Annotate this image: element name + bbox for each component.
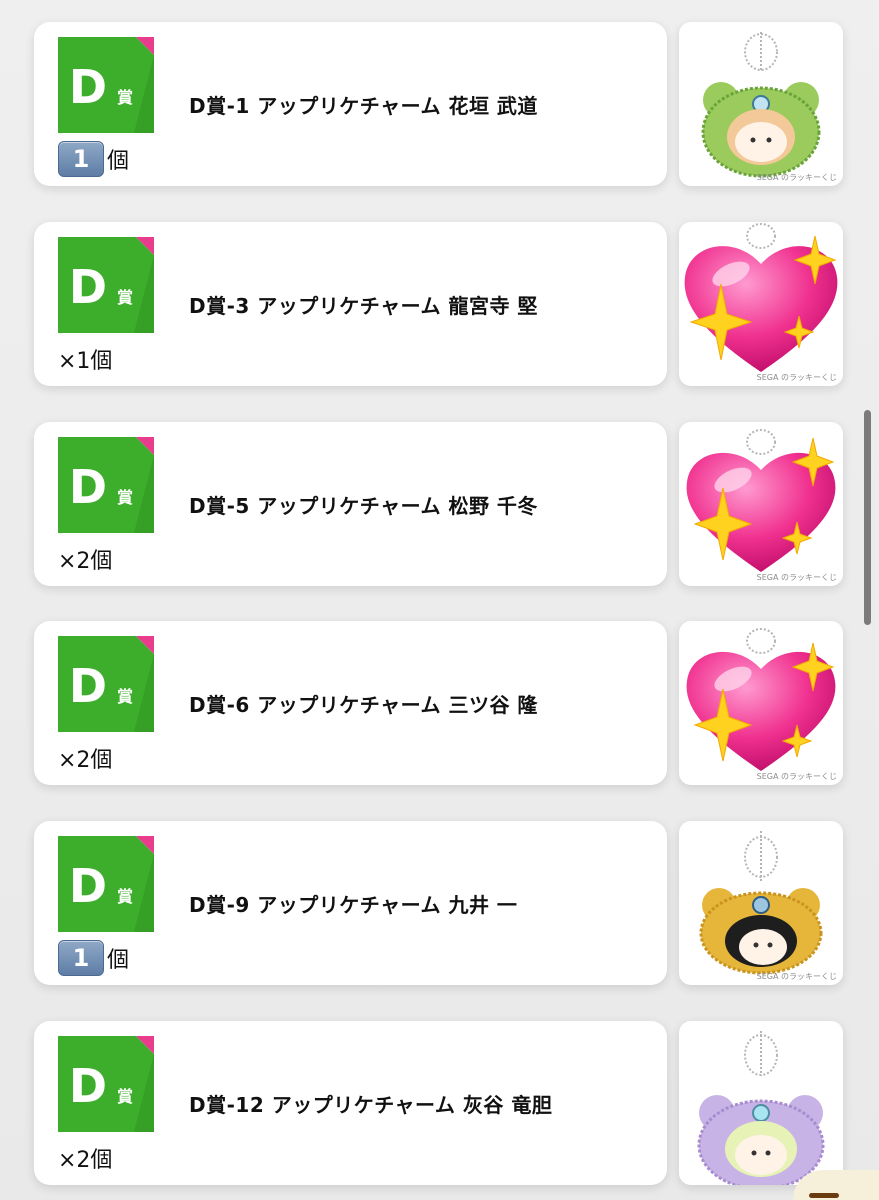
quantity: 1 個 [58, 940, 130, 976]
prize-title: D賞-5 アップリケチャーム 松野 千冬 [189, 494, 538, 518]
quantity: ×2個 [58, 742, 112, 774]
badge-letter: D [69, 1059, 107, 1113]
quantity: ×1個 [58, 343, 112, 375]
thumb-caption: SEGA のラッキーくじ [757, 573, 837, 582]
prize-title: D賞-9 アップリケチャーム 九井 一 [189, 893, 518, 917]
prize-card[interactable]: D 賞 D賞-6 アップリケチャーム 三ツ谷 隆 ×2個 [34, 621, 667, 785]
prize-card[interactable]: D 賞 D賞-3 アップリケチャーム 龍宮寺 堅 ×1個 [34, 222, 667, 386]
quantity-number-icon: 1 [58, 141, 104, 177]
prize-thumbnail[interactable]: SEGA のラッキーくじ [679, 222, 843, 386]
prize-row[interactable]: D 賞 D賞-12 アップリケチャーム 灰谷 竜胆 ×2個 [0, 1021, 879, 1191]
sparkling-heart-icon: SEGA のラッキーくじ [684, 223, 838, 382]
prize-thumbnail[interactable] [679, 1021, 843, 1185]
quantity-number-icon: 1 [58, 940, 104, 976]
badge-kanji: 賞 [117, 288, 133, 307]
floating-button[interactable] [793, 1170, 879, 1200]
badge-kanji: 賞 [117, 88, 133, 107]
prize-thumbnail[interactable]: SEGA のラッキーくじ [679, 621, 843, 785]
prize-row[interactable]: D 賞 D賞-3 アップリケチャーム 龍宮寺 堅 ×1個 SEGA のラッキーく… [0, 222, 879, 392]
prize-title: D賞-1 アップリケチャーム 花垣 武道 [189, 94, 538, 118]
quantity-text: ×2個 [58, 1148, 113, 1173]
minus-icon [809, 1193, 839, 1198]
badge-letter: D [69, 659, 107, 713]
prize-thumbnail[interactable]: SEGA のラッキーくじ [679, 821, 843, 985]
badge-letter: D [69, 60, 107, 114]
quantity-unit: 個 [107, 948, 130, 973]
quantity-text: ×1個 [58, 349, 113, 374]
prize-card[interactable]: D 賞 D賞-9 アップリケチャーム 九井 一 1 個 [34, 821, 667, 985]
badge-letter: D [69, 260, 107, 314]
thumb-caption: SEGA のラッキーくじ [757, 173, 837, 182]
quantity-text: ×2個 [58, 549, 113, 574]
prize-card[interactable]: D 賞 D賞-1 アップリケチャーム 花垣 武道 1 個 [34, 22, 667, 186]
quantity-text: ×2個 [58, 748, 113, 773]
quantity: ×2個 [58, 1142, 112, 1174]
d-prize-badge-icon: D 賞 [58, 836, 154, 932]
scrollbar[interactable] [864, 410, 871, 625]
prize-thumbnail[interactable]: SEGA のラッキーくじ [679, 22, 843, 186]
prize-card[interactable]: D 賞 D賞-12 アップリケチャーム 灰谷 竜胆 ×2個 [34, 1021, 667, 1185]
prize-row[interactable]: D 賞 D賞-6 アップリケチャーム 三ツ谷 隆 ×2個 SEGA のラッキーく… [0, 621, 879, 791]
d-prize-badge-icon: D 賞 [58, 237, 154, 333]
prize-row[interactable]: D 賞 D賞-1 アップリケチャーム 花垣 武道 1 個 SEGA のラッキーく… [0, 22, 879, 192]
d-prize-badge-icon: D 賞 [58, 636, 154, 732]
quantity: ×2個 [58, 543, 112, 575]
d-prize-badge-icon: D 賞 [58, 437, 154, 533]
prize-thumbnail[interactable]: SEGA のラッキーくじ [679, 422, 843, 586]
prize-card[interactable]: D 賞 D賞-5 アップリケチャーム 松野 千冬 ×2個 [34, 422, 667, 586]
thumb-caption: SEGA のラッキーくじ [757, 373, 837, 382]
purple-bear-charm-icon [697, 1031, 825, 1185]
badge-kanji: 賞 [117, 887, 133, 906]
prize-row[interactable]: D 賞 D賞-5 アップリケチャーム 松野 千冬 ×2個 SEGA のラッキーく… [0, 422, 879, 592]
green-bear-charm-icon: SEGA のラッキーくじ [701, 32, 837, 182]
prize-title: D賞-12 アップリケチャーム 灰谷 竜胆 [189, 1093, 553, 1117]
sparkling-heart-icon: SEGA のラッキーくじ [686, 429, 837, 582]
badge-kanji: 賞 [117, 488, 133, 507]
badge-kanji: 賞 [117, 1087, 133, 1106]
d-prize-badge-icon: D 賞 [58, 37, 154, 133]
quantity-unit: 個 [107, 149, 130, 174]
quantity: 1 個 [58, 141, 130, 177]
yellow-bear-charm-icon: SEGA のラッキーくじ [699, 831, 837, 981]
badge-kanji: 賞 [117, 687, 133, 706]
sparkling-heart-icon: SEGA のラッキーくじ [686, 628, 837, 781]
thumb-caption: SEGA のラッキーくじ [757, 972, 837, 981]
badge-letter: D [69, 859, 107, 913]
prize-row[interactable]: D 賞 D賞-9 アップリケチャーム 九井 一 1 個 SEGA のラッキーくじ [0, 821, 879, 991]
prize-list-screen: D 賞 D賞-1 アップリケチャーム 花垣 武道 1 個 SEGA のラッキーく… [0, 0, 879, 1200]
d-prize-badge-icon: D 賞 [58, 1036, 154, 1132]
badge-letter: D [69, 460, 107, 514]
prize-title: D賞-6 アップリケチャーム 三ツ谷 隆 [189, 693, 538, 717]
prize-title: D賞-3 アップリケチャーム 龍宮寺 堅 [189, 294, 538, 318]
thumb-caption: SEGA のラッキーくじ [757, 772, 837, 781]
